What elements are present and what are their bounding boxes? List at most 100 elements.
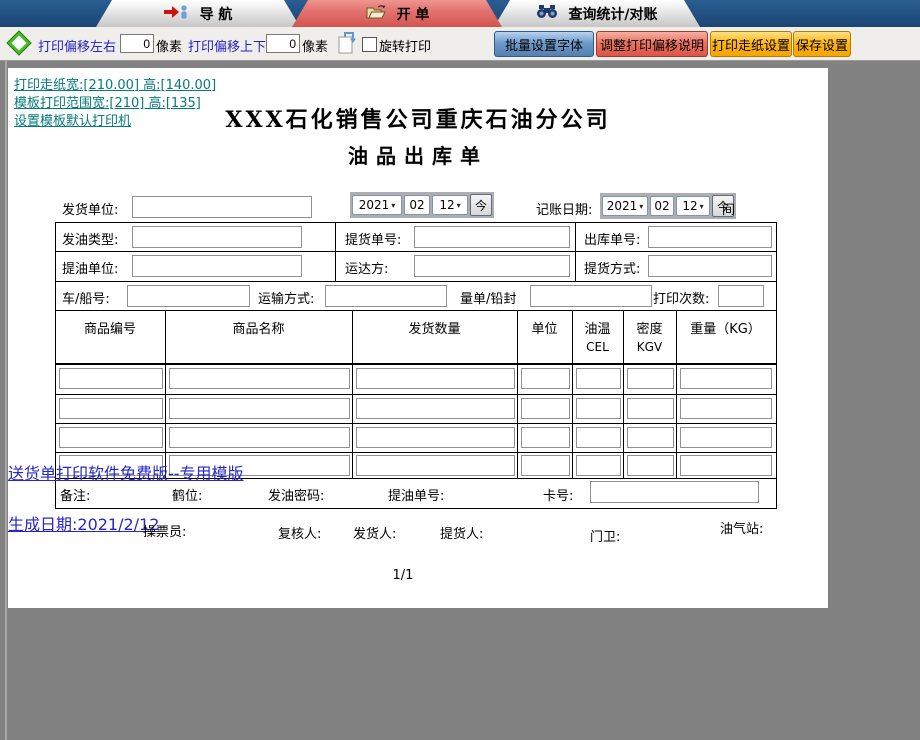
tab-bar: 导 航 开 单 查询统计/对账 (0, 0, 920, 27)
goods-cell-input[interactable] (627, 368, 674, 389)
out-no-label: 出库单号: (584, 233, 641, 248)
goods-cell-input[interactable] (576, 368, 621, 389)
goods-cell-input[interactable] (169, 398, 350, 419)
booking-date-picker: 2021 ▾ 02 12 ▾ 今 (600, 193, 736, 219)
goods-cell-input[interactable] (680, 368, 772, 389)
booking-date-year[interactable]: 2021 ▾ (602, 196, 648, 216)
pick-no-input[interactable] (414, 226, 570, 248)
diamond-icon (6, 30, 32, 60)
table-line (55, 394, 776, 395)
goods-cell-input[interactable] (680, 398, 772, 419)
goods-header-code: 商品编号 (83, 322, 136, 337)
nav-arrow-person-icon (164, 4, 190, 24)
tab-billing-label: 开 单 (396, 6, 430, 23)
booking-date-label: 记账日期: (536, 203, 593, 218)
rotate-print-checkbox[interactable] (362, 37, 377, 52)
goods-cell-input[interactable] (59, 368, 163, 389)
sig-picker-label: 提货人: (440, 527, 484, 542)
tab-query-stats-label: 查询统计/对账 (568, 6, 658, 23)
tab-navigation[interactable]: 导 航 (96, 0, 300, 27)
ship-unit-input[interactable] (132, 196, 312, 218)
goods-cell-input[interactable] (356, 427, 515, 448)
offset-lr-label: 打印偏移左右 (38, 40, 117, 55)
goods-cell-input[interactable] (521, 427, 570, 448)
print-count-input[interactable] (718, 285, 764, 307)
oil-type-input[interactable] (132, 226, 302, 248)
pick-unit-input[interactable] (132, 255, 302, 277)
vehicle-input[interactable] (127, 285, 250, 307)
save-settings-button[interactable]: 保存设置 (793, 31, 851, 57)
tab-query-stats[interactable]: 查询统计/对账 (494, 0, 700, 27)
table-line (575, 222, 576, 281)
ship-date-day[interactable]: 12 ▾ (432, 195, 468, 215)
goods-header-weight: 重量（KG） (690, 322, 761, 337)
table-line (55, 310, 776, 311)
pick-no-label: 提货单号: (345, 233, 402, 248)
goods-cell-input[interactable] (521, 368, 570, 389)
table-line (55, 363, 776, 365)
adjust-offset-help-button[interactable]: 调整打印偏移说明 (596, 31, 708, 57)
out-no-input[interactable] (648, 226, 772, 248)
generate-date-text: 生成日期:2021/2/12 (8, 515, 160, 534)
page-number: 1/1 (392, 568, 414, 583)
booking-date-month[interactable]: 02 (650, 196, 674, 216)
open-folder-icon (365, 4, 387, 24)
ship-date-month[interactable]: 02 (404, 195, 430, 215)
ship-date-year[interactable]: 2021 ▾ (352, 195, 402, 215)
goods-cell-input[interactable] (356, 455, 515, 476)
goods-cell-input[interactable] (169, 368, 350, 389)
goods-cell-input[interactable] (576, 455, 621, 476)
offset-lr-input[interactable] (120, 34, 154, 53)
paper-feed-settings-button[interactable]: 打印走纸设置 (710, 31, 792, 57)
table-line (55, 251, 776, 252)
booking-date-day[interactable]: 12 ▾ (676, 196, 710, 216)
table-line (55, 452, 776, 453)
sig-operator-label: 操票员: (143, 525, 187, 540)
watermark-text: 送货单打印软件免费版--专用模版 (8, 464, 244, 483)
dest-label: 运达方: (345, 262, 389, 277)
goods-cell-input[interactable] (59, 427, 163, 448)
goods-cell-input[interactable] (521, 455, 570, 476)
remark-label: 备注: (60, 489, 91, 504)
goods-cell-input[interactable] (627, 427, 674, 448)
goods-cell-input[interactable] (576, 427, 621, 448)
transport-label: 运输方式: (258, 292, 315, 307)
goods-cell-input[interactable] (356, 398, 515, 419)
goods-header-qty: 发货数量 (408, 322, 461, 337)
ship-date-today-button[interactable]: 今 (470, 194, 492, 216)
ship-unit-label: 发货单位: (62, 203, 119, 218)
tab-navigation-label: 导 航 (199, 6, 233, 23)
dest-input[interactable] (414, 255, 570, 277)
date-suffix-text: 间 (722, 203, 736, 218)
sig-station-label: 油气站: (720, 522, 764, 537)
goods-cell-input[interactable] (680, 455, 772, 476)
vehicle-label: 车/船号: (62, 292, 110, 307)
sig-reviewer-label: 复核人: (278, 527, 322, 542)
goods-header-name: 商品名称 (232, 322, 285, 337)
goods-cell-input[interactable] (169, 427, 350, 448)
pick-order-label: 提油单号: (388, 489, 445, 504)
paper-size-link[interactable]: 打印走纸宽:[210.00] 高:[140.00] (14, 74, 216, 93)
tab-billing[interactable]: 开 单 (292, 0, 502, 27)
table-line (55, 281, 776, 282)
px-label-2: 像素 (302, 40, 329, 55)
batch-font-button[interactable]: 批量设置字体 (494, 31, 594, 57)
goods-cell-input[interactable] (59, 398, 163, 419)
goods-header-temp-unit: CEL (586, 340, 609, 354)
goods-cell-input[interactable] (521, 398, 570, 419)
goods-cell-input[interactable] (680, 427, 772, 448)
goods-cell-input[interactable] (627, 455, 674, 476)
transport-input[interactable] (325, 285, 447, 307)
goods-cell-input[interactable] (576, 398, 621, 419)
offset-ud-label: 打印偏移上下 (188, 40, 267, 55)
pick-mode-input[interactable] (648, 255, 772, 277)
offset-ud-input[interactable] (266, 34, 300, 53)
form-title: 油品出库单 (348, 144, 488, 168)
goods-cell-input[interactable] (356, 368, 515, 389)
crane-label: 鹤位: (172, 489, 203, 504)
goods-header-density-unit: KGV (636, 340, 663, 354)
card-no-input[interactable] (590, 481, 759, 503)
table-line (335, 222, 336, 281)
goods-cell-input[interactable] (627, 398, 674, 419)
seal-input[interactable] (530, 285, 652, 307)
